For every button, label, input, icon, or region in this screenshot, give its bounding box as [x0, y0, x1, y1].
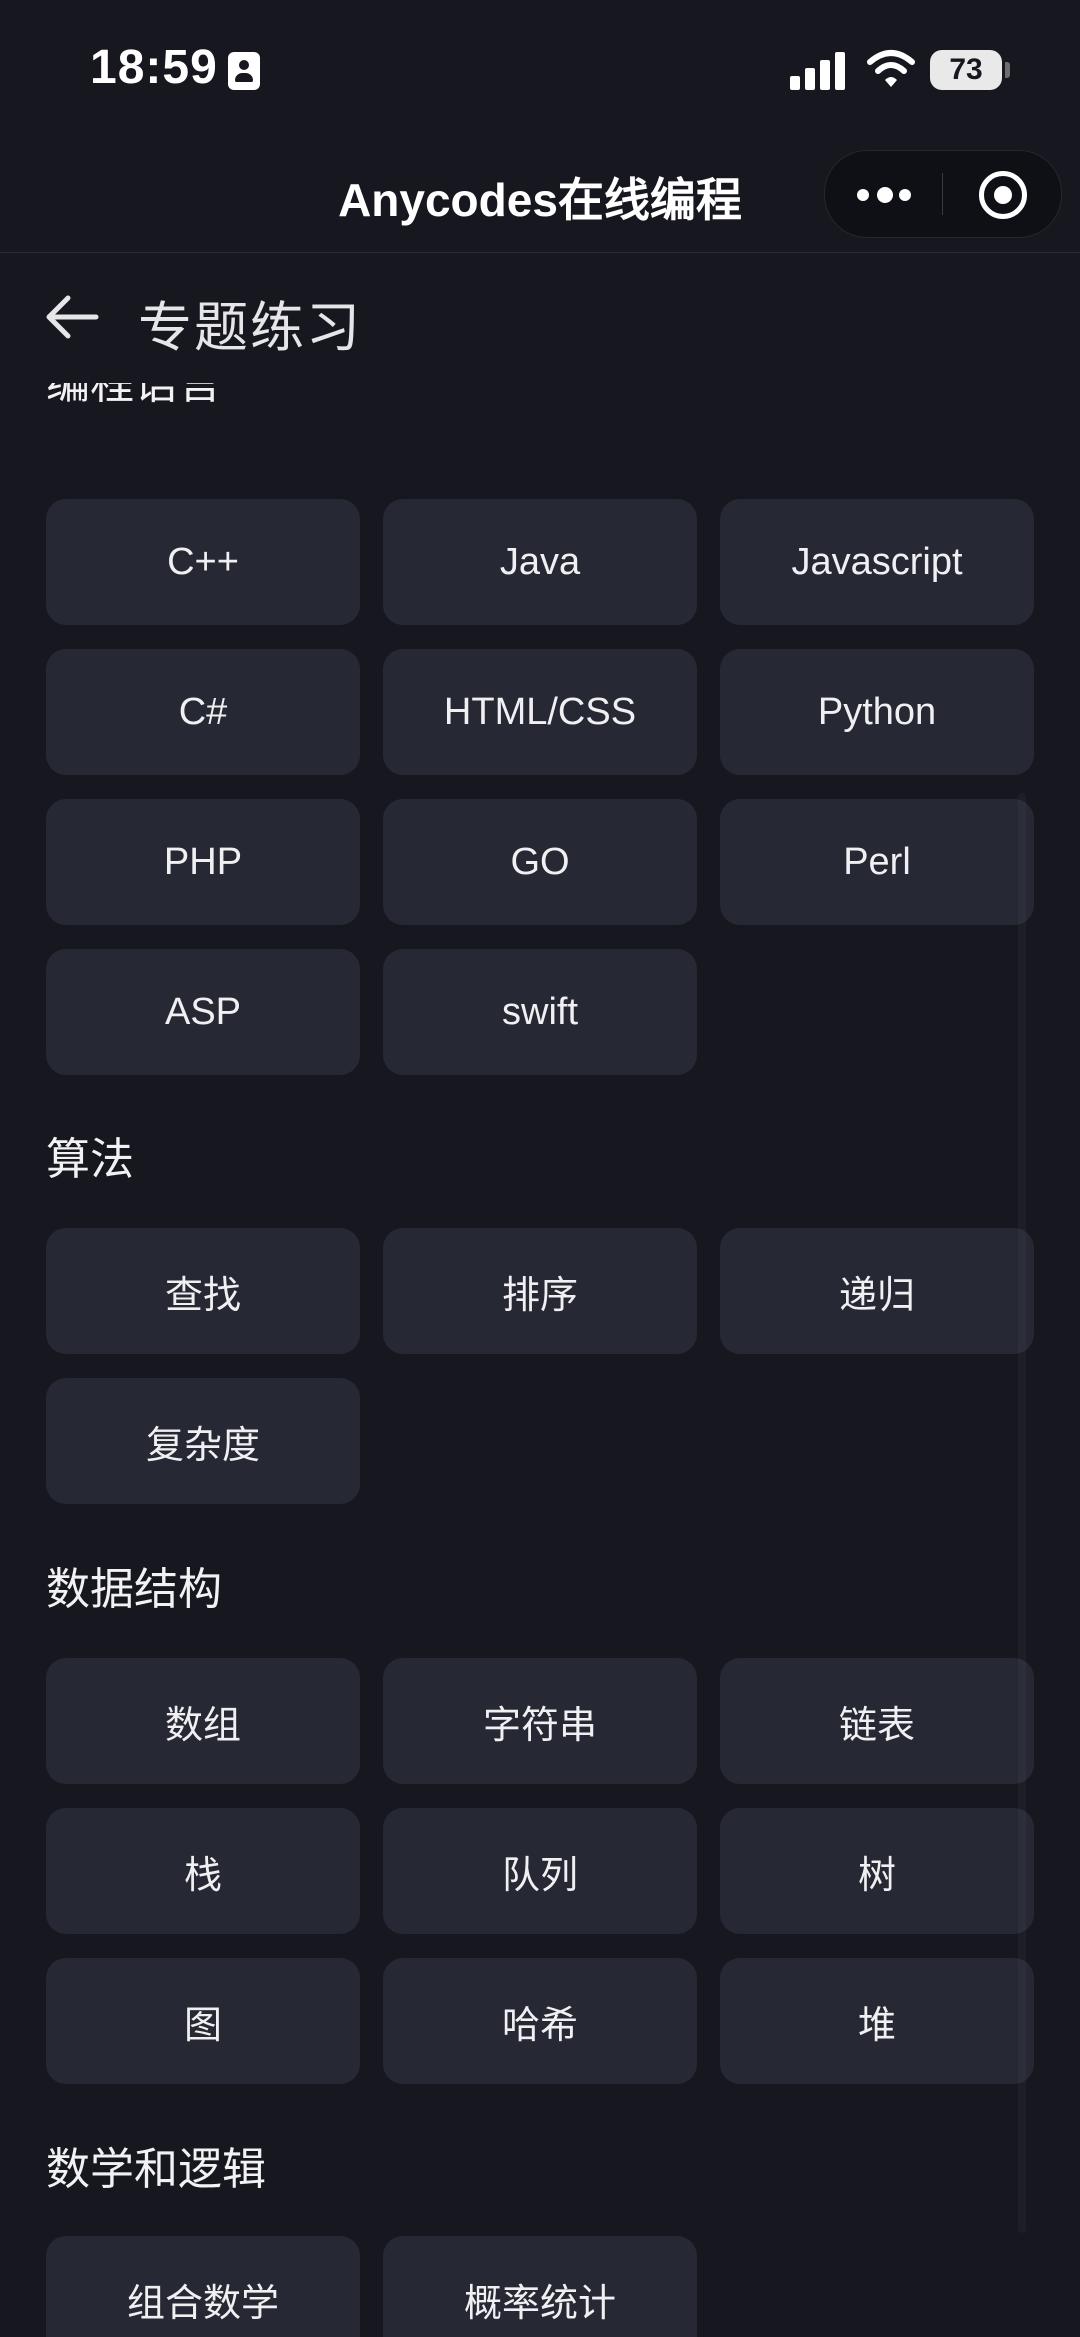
- topic-list[interactable]: 编程语言 C++ Java Javascript C# HTML/CSS Pyt…: [0, 383, 1080, 2337]
- tag-search[interactable]: 查找: [46, 1228, 360, 1354]
- page-title: 专题练习: [138, 298, 362, 358]
- tag-go[interactable]: GO: [383, 799, 697, 925]
- tag-sort[interactable]: 排序: [383, 1228, 697, 1354]
- tag-html-css[interactable]: HTML/CSS: [383, 649, 697, 775]
- tag-swift[interactable]: swift: [383, 949, 697, 1075]
- tag-javascript[interactable]: Javascript: [720, 499, 1034, 625]
- tag-combinatorics[interactable]: 组合数学: [46, 2236, 360, 2337]
- menu-capsule: [824, 150, 1062, 238]
- tag-complexity[interactable]: 复杂度: [46, 1378, 360, 1504]
- section-title-data-structures: 数据结构: [46, 1565, 222, 1614]
- title-bar: Anycodes在线编程: [0, 140, 1080, 253]
- page-header: 专题练习: [0, 253, 1080, 383]
- battery-tip: [1005, 62, 1010, 78]
- more-button[interactable]: [825, 151, 942, 237]
- close-miniprogram-button[interactable]: [943, 151, 1061, 237]
- tag-php[interactable]: PHP: [46, 799, 360, 925]
- tag-cpp[interactable]: C++: [46, 499, 360, 625]
- tag-queue[interactable]: 队列: [383, 1808, 697, 1934]
- more-dots-icon: [857, 189, 869, 201]
- section-title-algorithms: 算法: [46, 1135, 134, 1184]
- tag-python[interactable]: Python: [720, 649, 1034, 775]
- battery-icon: 73: [930, 50, 1002, 90]
- target-icon: [979, 171, 1027, 219]
- tag-hash[interactable]: 哈希: [383, 1958, 697, 2084]
- tag-array[interactable]: 数组: [46, 1658, 360, 1784]
- tag-asp[interactable]: ASP: [46, 949, 360, 1075]
- tag-tree[interactable]: 树: [720, 1808, 1034, 1934]
- contact-card-icon: [228, 52, 260, 90]
- section-title-math-logic: 数学和逻辑: [46, 2145, 266, 2194]
- tag-java[interactable]: Java: [383, 499, 697, 625]
- tag-perl[interactable]: Perl: [720, 799, 1034, 925]
- wifi-icon: [867, 50, 915, 87]
- more-dots-icon: [899, 189, 911, 201]
- tag-string[interactable]: 字符串: [383, 1658, 697, 1784]
- tag-linked-list[interactable]: 链表: [720, 1658, 1034, 1784]
- back-arrow-icon[interactable]: [40, 285, 104, 349]
- tag-stack[interactable]: 栈: [46, 1808, 360, 1934]
- tag-graph[interactable]: 图: [46, 1958, 360, 2084]
- scrollbar[interactable]: [1018, 793, 1026, 2233]
- status-bar: 18:59 73: [0, 0, 1080, 140]
- tag-heap[interactable]: 堆: [720, 1958, 1034, 2084]
- tag-recursion[interactable]: 递归: [720, 1228, 1034, 1354]
- tag-probability[interactable]: 概率统计: [383, 2236, 697, 2337]
- cellular-signal-icon: [790, 52, 846, 90]
- section-title-languages: 编程语言: [46, 383, 222, 408]
- tag-csharp[interactable]: C#: [46, 649, 360, 775]
- status-time: 18:59: [90, 41, 218, 94]
- more-dots-icon: [877, 187, 893, 203]
